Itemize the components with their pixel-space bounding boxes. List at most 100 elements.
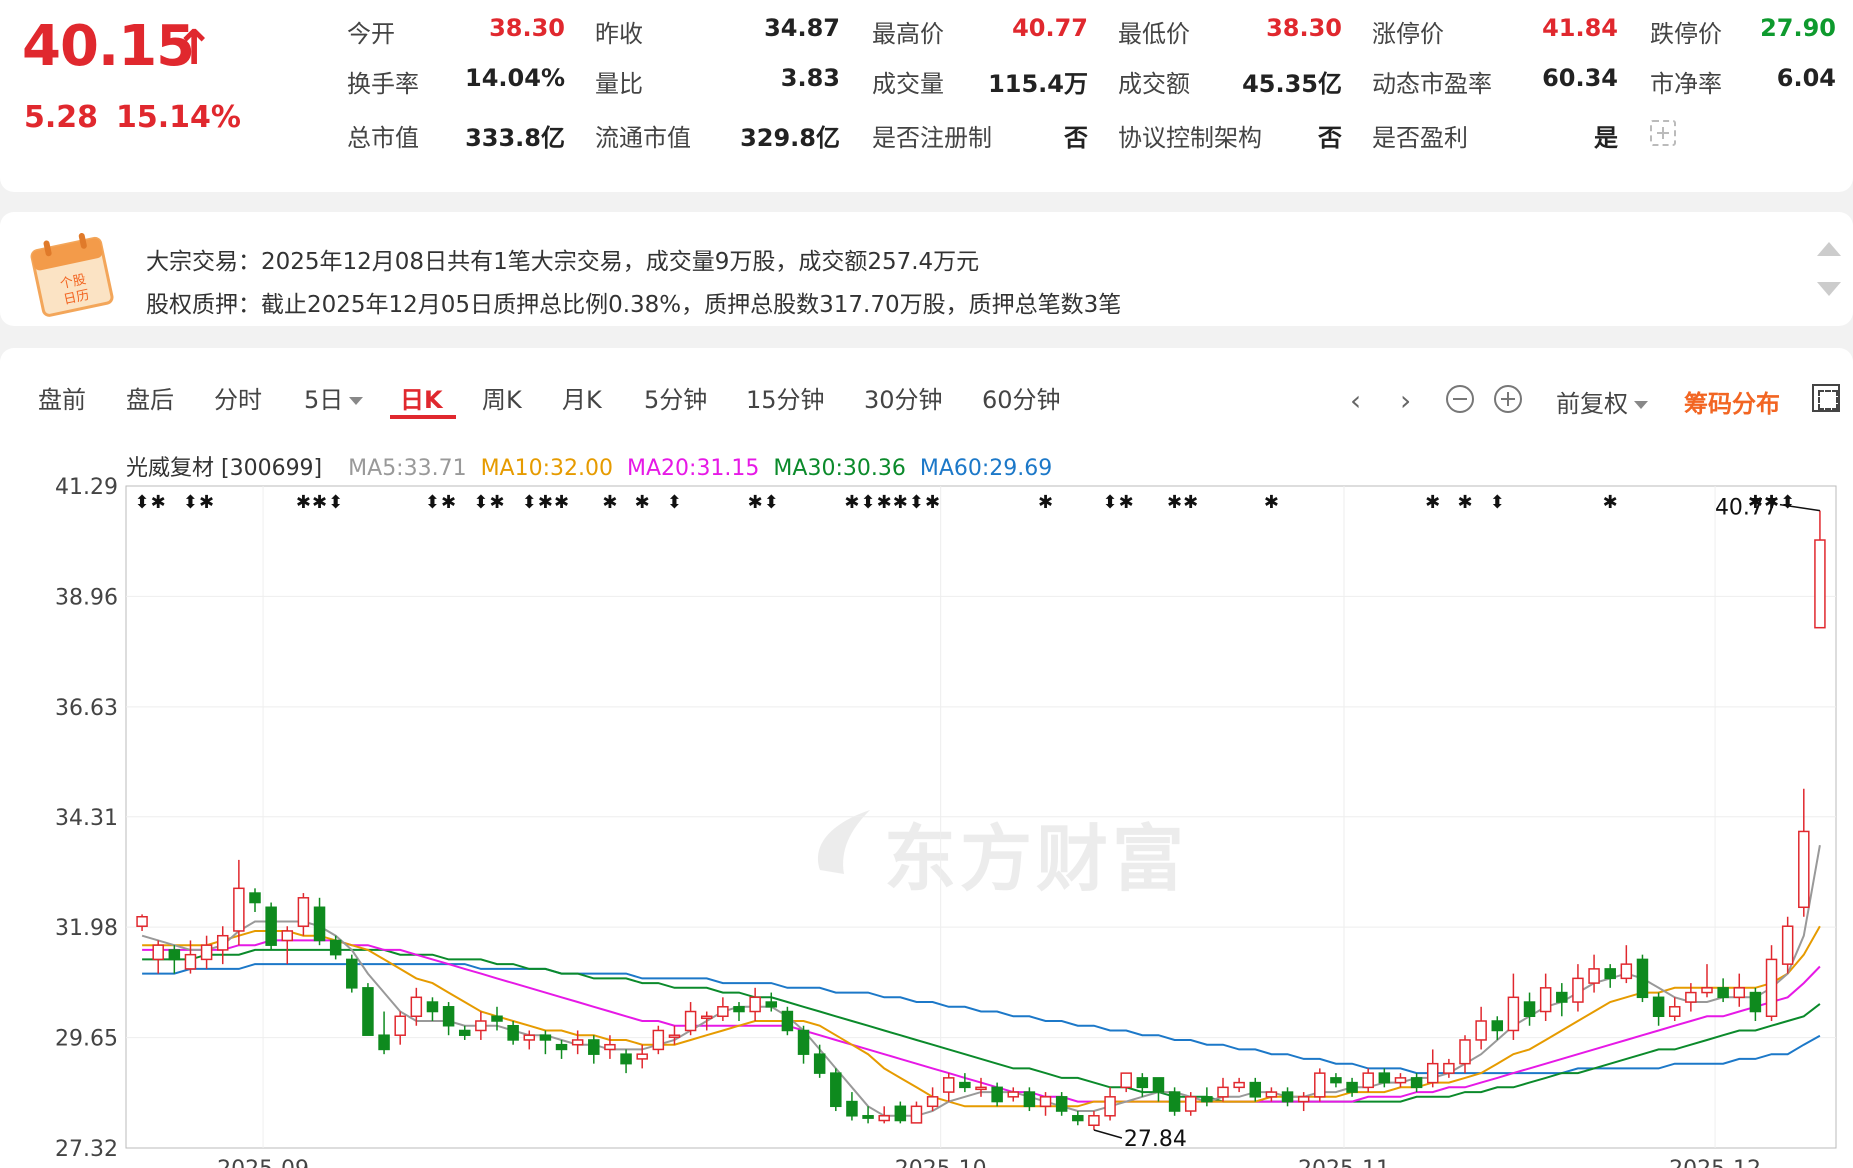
tab-4[interactable]: 5日 — [304, 380, 364, 415]
candle-body — [1281, 1091, 1294, 1103]
candle-body — [1120, 1072, 1132, 1089]
calendar-icon[interactable]: 个股 日历 — [22, 226, 120, 318]
candle-body — [862, 1115, 874, 1119]
candle-body — [442, 1006, 455, 1027]
candle-body — [1378, 1072, 1391, 1084]
candle-body — [329, 939, 342, 956]
candle-body — [1523, 1001, 1536, 1018]
quote-field-value: 329.8亿 — [740, 124, 840, 152]
tab-2[interactable]: 盘后 — [126, 380, 174, 415]
high-price-label: 40.77 — [1715, 496, 1778, 521]
candle-body — [539, 1034, 552, 1041]
chevron-down-icon — [349, 397, 364, 405]
quote-field-label: 量比 — [595, 70, 643, 98]
candle-body — [1749, 991, 1762, 1013]
quote-field-value: 41.84 — [1542, 14, 1618, 42]
tab-7[interactable]: 月K — [562, 380, 602, 415]
candle-body — [1007, 1091, 1020, 1098]
candle-body — [249, 892, 261, 904]
tab-1[interactable]: 盘前 — [38, 380, 86, 415]
tab-8[interactable]: 5分钟 — [644, 380, 707, 415]
candle-body — [636, 1053, 648, 1060]
quote-field-label: 是否盈利 — [1372, 124, 1468, 152]
candle-body — [975, 1086, 987, 1091]
event-marker-icon: ✱ — [844, 492, 859, 513]
notice-scroll-up-icon[interactable] — [1817, 242, 1841, 256]
event-marker-icon: ✱ — [312, 492, 327, 513]
tab-6[interactable]: 周K — [482, 380, 522, 415]
quote-field-value: 是 — [1594, 124, 1618, 152]
candle-body — [1055, 1096, 1068, 1112]
candle-body — [781, 1010, 794, 1032]
expand-fields-icon[interactable] — [1650, 120, 1676, 146]
candle-body — [1475, 1020, 1487, 1041]
candle-body — [749, 996, 761, 1013]
active-tab-underline — [390, 415, 456, 419]
candle-body — [1201, 1096, 1213, 1103]
candle-body — [523, 1034, 536, 1041]
tab-10[interactable]: 30分钟 — [864, 380, 943, 415]
chip-distribution-button[interactable]: 筹码分布 — [1684, 384, 1780, 419]
tab-5[interactable]: 日K — [400, 380, 443, 415]
candle-body — [1701, 987, 1713, 994]
block-trade-notice[interactable]: 大宗交易：2025年12月08日共有1笔大宗交易，成交量9万股，成交额257.4… — [146, 242, 979, 276]
prev-icon[interactable]: ‹ — [1350, 384, 1361, 417]
candle-body — [458, 1029, 471, 1036]
quote-field-value: 60.34 — [1542, 64, 1618, 92]
candle-body — [620, 1053, 632, 1065]
candle-body — [1249, 1081, 1262, 1098]
tab-9[interactable]: 15分钟 — [746, 380, 825, 415]
candle-body — [426, 1001, 439, 1013]
candle-body — [1330, 1077, 1342, 1084]
candle-body — [1362, 1072, 1374, 1089]
y-tick-label: 29.65 — [55, 1027, 118, 1052]
candle-body — [959, 1081, 971, 1089]
tab-label: 60分钟 — [982, 386, 1061, 414]
event-marker-icon: ✱ — [1264, 492, 1279, 513]
event-marker-icon: ✱ — [199, 492, 214, 513]
zoom-in-icon[interactable] — [1494, 385, 1522, 413]
candle-body — [1491, 1020, 1504, 1032]
candle-body — [604, 1043, 616, 1051]
candle-body — [878, 1115, 890, 1122]
tab-label: 5分钟 — [644, 386, 708, 414]
fullscreen-icon[interactable] — [1812, 384, 1840, 412]
candle-body — [1136, 1077, 1149, 1089]
event-marker-icon: ✱ — [441, 492, 456, 513]
candle-body — [1184, 1096, 1197, 1112]
quote-field-value: 115.4万 — [988, 70, 1088, 98]
tab-label: 月K — [562, 386, 602, 414]
candle-body — [652, 1029, 665, 1051]
quote-field-value: 否 — [1064, 124, 1088, 152]
zoom-out-icon[interactable] — [1446, 385, 1474, 413]
candle-body — [1459, 1039, 1471, 1065]
notice-scroll-down-icon[interactable] — [1817, 282, 1841, 296]
event-marker-icon: ✱ — [925, 492, 940, 513]
candle-body — [894, 1105, 907, 1122]
event-marker-icon: ✱ — [1425, 492, 1440, 513]
candle-body — [1507, 996, 1520, 1032]
event-marker-icon: ✱ — [489, 492, 504, 513]
event-marker-icon: ⬍ — [425, 492, 440, 513]
tab-label: 30分钟 — [864, 386, 943, 414]
candle-body — [942, 1077, 955, 1093]
event-marker-icon: ⬍ — [909, 492, 924, 513]
equity-pledge-notice[interactable]: 股权质押：截止2025年12月05日质押总比例0.38%，质押总股数317.70… — [146, 285, 1121, 319]
candle-body — [200, 944, 213, 961]
candle-body — [1588, 968, 1600, 984]
adjust-select[interactable]: 前复权 — [1556, 384, 1648, 419]
x-tick-label: 2025-10 — [895, 1157, 987, 1168]
tab-11[interactable]: 60分钟 — [982, 380, 1061, 415]
candle-body — [1556, 991, 1568, 1003]
tab-label: 分时 — [214, 386, 262, 414]
candle-body — [700, 1015, 713, 1020]
candle-body — [1685, 991, 1697, 1003]
event-marker-icon: ⬍ — [1490, 492, 1505, 513]
candle-body — [1023, 1091, 1036, 1108]
price-change-pct: 15.14% — [116, 100, 241, 135]
tab-3[interactable]: 分时 — [214, 380, 262, 415]
kline-chart[interactable]: 41.29 38.96 36.63 34.31 31.98 29.65 27.32 2025-… — [0, 470, 1853, 1168]
candle-body — [1233, 1081, 1245, 1089]
next-icon[interactable]: › — [1400, 384, 1411, 417]
quote-field-value: 45.35亿 — [1242, 70, 1342, 98]
